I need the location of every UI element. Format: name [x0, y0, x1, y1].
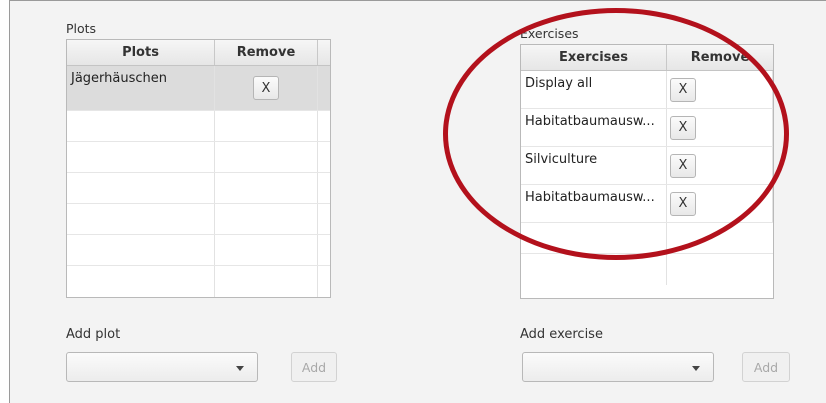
exercise-name-cell[interactable]: Display all [521, 71, 667, 108]
add-exercise-dropdown[interactable] [522, 352, 714, 382]
exercises-section-label: Exercises [520, 26, 579, 41]
remove-exercise-button[interactable]: X [670, 77, 696, 102]
remove-exercise-button[interactable]: X [670, 115, 696, 140]
add-exercise-label: Add exercise [520, 327, 603, 342]
plots-table: Plots Remove Jägerhäuschen X [66, 39, 331, 298]
remove-plot-button[interactable]: X [253, 76, 279, 100]
exercises-table-header: Exercises Remove [521, 45, 773, 71]
header-filler [318, 40, 330, 65]
remove-cell: X [667, 109, 773, 146]
exercise-name-cell[interactable]: Habitatbaumausw... [521, 109, 667, 146]
table-row[interactable]: Silviculture X [521, 147, 773, 185]
exercise-name-cell[interactable]: Habitatbaumausw... [521, 185, 667, 222]
remove-column-header[interactable]: Remove [667, 45, 773, 70]
chevron-down-icon [236, 366, 244, 371]
table-row [67, 111, 330, 142]
add-plot-label: Add plot [66, 327, 121, 342]
chevron-down-icon [692, 366, 700, 371]
main-panel: Plots Plots Remove Jägerhäuschen X Add p… [9, 0, 826, 403]
table-row [67, 204, 330, 235]
table-row [67, 142, 330, 173]
table-row [67, 266, 330, 297]
plots-column-header[interactable]: Plots [67, 40, 215, 65]
remove-exercise-button[interactable]: X [670, 191, 696, 216]
add-plot-dropdown[interactable] [66, 352, 258, 382]
exercises-column-header[interactable]: Exercises [521, 45, 667, 70]
plots-section-label: Plots [66, 21, 97, 36]
remove-cell: X [667, 185, 773, 222]
table-row[interactable]: Jägerhäuschen X [67, 66, 330, 111]
plot-name-cell[interactable]: Jägerhäuschen [67, 66, 215, 110]
remove-cell: X [215, 66, 318, 110]
table-row[interactable]: Habitatbaumausw... X [521, 109, 773, 147]
table-row[interactable]: Display all X [521, 71, 773, 109]
table-row [67, 173, 330, 204]
add-plot-button[interactable]: Add [291, 352, 337, 382]
table-row[interactable]: Habitatbaumausw... X [521, 185, 773, 223]
exercise-name-cell[interactable]: Silviculture [521, 147, 667, 184]
table-row [521, 254, 773, 285]
add-exercise-button[interactable]: Add [742, 352, 790, 382]
remove-exercise-button[interactable]: X [670, 153, 696, 178]
exercises-table: Exercises Remove Display all X Habitatba… [520, 44, 774, 299]
table-row [67, 235, 330, 266]
remove-column-header[interactable]: Remove [215, 40, 318, 65]
plots-table-header: Plots Remove [67, 40, 330, 66]
table-row [521, 223, 773, 254]
remove-cell: X [667, 147, 773, 184]
remove-cell: X [667, 71, 773, 108]
